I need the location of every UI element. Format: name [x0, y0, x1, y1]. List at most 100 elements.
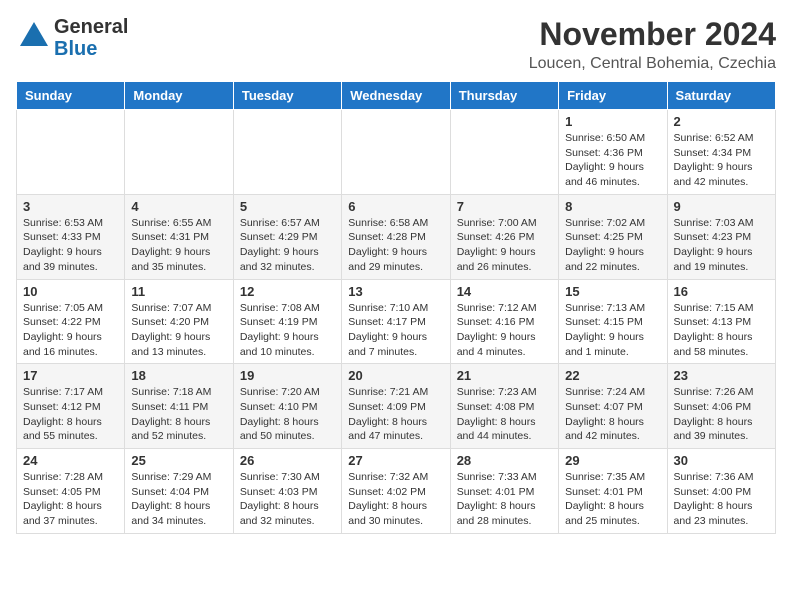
- calendar-day-cell: 8 Sunrise: 7:02 AM Sunset: 4:25 PM Daylig…: [559, 194, 667, 279]
- day-info: Sunrise: 7:26 AM Sunset: 4:06 PM Dayligh…: [674, 385, 769, 444]
- calendar-day-cell: 20Sunrise: 7:21 AM Sunset: 4:09 PM Dayli…: [342, 364, 450, 449]
- day-number: 24: [23, 453, 118, 468]
- day-info: Sunrise: 6:50 AM Sunset: 4:36 PM Dayligh…: [565, 131, 660, 190]
- calendar-day-cell: 26Sunrise: 7:30 AM Sunset: 4:03 PM Dayli…: [233, 449, 341, 534]
- calendar-day-cell: 14Sunrise: 7:12 AM Sunset: 4:16 PM Dayli…: [450, 279, 558, 364]
- calendar-day-cell: 4Sunrise: 6:55 AM Sunset: 4:31 PM Daylig…: [125, 194, 233, 279]
- calendar-day-cell: 28 Sunrise: 7:33 AM Sunset: 4:01 PM Dayli…: [450, 449, 558, 534]
- day-number: 27: [348, 453, 443, 468]
- calendar-week-row: 3Sunrise: 6:53 AM Sunset: 4:33 PM Daylig…: [17, 194, 776, 279]
- day-info: Sunrise: 7:18 AM Sunset: 4:11 PM Dayligh…: [131, 385, 226, 444]
- calendar-day-cell: 30Sunrise: 7:36 AM Sunset: 4:00 PM Dayli…: [667, 449, 775, 534]
- month-title: November 2024: [529, 16, 776, 53]
- day-number: 9: [674, 199, 769, 214]
- calendar-week-row: 10 Sunrise: 7:05 AM Sunset: 4:22 PM Dayli…: [17, 279, 776, 364]
- day-number: 13: [348, 284, 443, 299]
- day-number: 14: [457, 284, 552, 299]
- calendar-day-cell: 16Sunrise: 7:15 AM Sunset: 4:13 PM Dayli…: [667, 279, 775, 364]
- calendar-day-cell: [125, 110, 233, 195]
- calendar-week-row: 17 Sunrise: 7:17 AM Sunset: 4:12 PM Dayli…: [17, 364, 776, 449]
- day-number: 22: [565, 368, 660, 383]
- weekday-header-row: SundayMondayTuesdayWednesdayThursdayFrid…: [17, 82, 776, 110]
- day-info: Sunrise: 7:10 AM Sunset: 4:17 PM Dayligh…: [348, 301, 443, 360]
- calendar: SundayMondayTuesdayWednesdayThursdayFrid…: [16, 81, 776, 534]
- day-info: Sunrise: 7:33 AM Sunset: 4:01 PM Dayligh…: [457, 470, 552, 529]
- calendar-day-cell: 21Sunrise: 7:23 AM Sunset: 4:08 PM Dayli…: [450, 364, 558, 449]
- day-info: Sunrise: 7:29 AM Sunset: 4:04 PM Dayligh…: [131, 470, 226, 529]
- calendar-body: 1 Sunrise: 6:50 AM Sunset: 4:36 PM Daylig…: [17, 110, 776, 534]
- day-number: 8: [565, 199, 660, 214]
- calendar-day-cell: 17 Sunrise: 7:17 AM Sunset: 4:12 PM Dayli…: [17, 364, 125, 449]
- day-info: Sunrise: 7:03 AM Sunset: 4:23 PM Dayligh…: [674, 216, 769, 275]
- calendar-day-cell: 27 Sunrise: 7:32 AM Sunset: 4:02 PM Dayli…: [342, 449, 450, 534]
- weekday-header-cell: Tuesday: [233, 82, 341, 110]
- day-number: 25: [131, 453, 226, 468]
- day-number: 1: [565, 114, 660, 129]
- day-number: 11: [131, 284, 226, 299]
- calendar-day-cell: 15Sunrise: 7:13 AM Sunset: 4:15 PM Dayli…: [559, 279, 667, 364]
- weekday-header-cell: Sunday: [17, 82, 125, 110]
- day-info: Sunrise: 6:52 AM Sunset: 4:34 PM Dayligh…: [674, 131, 769, 190]
- title-area: November 2024 Loucen, Central Bohemia, C…: [529, 16, 776, 73]
- day-info: Sunrise: 6:55 AM Sunset: 4:31 PM Dayligh…: [131, 216, 226, 275]
- calendar-day-cell: 29Sunrise: 7:35 AM Sunset: 4:01 PM Dayli…: [559, 449, 667, 534]
- calendar-day-cell: [450, 110, 558, 195]
- calendar-day-cell: 3Sunrise: 6:53 AM Sunset: 4:33 PM Daylig…: [17, 194, 125, 279]
- calendar-day-cell: 5 Sunrise: 6:57 AM Sunset: 4:29 PM Daylig…: [233, 194, 341, 279]
- day-info: Sunrise: 7:17 AM Sunset: 4:12 PM Dayligh…: [23, 385, 118, 444]
- day-info: Sunrise: 7:15 AM Sunset: 4:13 PM Dayligh…: [674, 301, 769, 360]
- day-number: 30: [674, 453, 769, 468]
- logo-general: General: [54, 16, 128, 38]
- day-number: 2: [674, 114, 769, 129]
- logo: General Blue: [16, 16, 128, 60]
- day-info: Sunrise: 7:21 AM Sunset: 4:09 PM Dayligh…: [348, 385, 443, 444]
- weekday-header-cell: Wednesday: [342, 82, 450, 110]
- day-info: Sunrise: 6:58 AM Sunset: 4:28 PM Dayligh…: [348, 216, 443, 275]
- day-info: Sunrise: 7:02 AM Sunset: 4:25 PM Dayligh…: [565, 216, 660, 275]
- day-info: Sunrise: 7:35 AM Sunset: 4:01 PM Dayligh…: [565, 470, 660, 529]
- day-number: 5: [240, 199, 335, 214]
- day-info: Sunrise: 7:00 AM Sunset: 4:26 PM Dayligh…: [457, 216, 552, 275]
- header: General Blue November 2024 Loucen, Centr…: [16, 16, 776, 73]
- calendar-week-row: 1 Sunrise: 6:50 AM Sunset: 4:36 PM Daylig…: [17, 110, 776, 195]
- day-number: 6: [348, 199, 443, 214]
- day-number: 7: [457, 199, 552, 214]
- location-title: Loucen, Central Bohemia, Czechia: [529, 55, 776, 73]
- day-info: Sunrise: 7:08 AM Sunset: 4:19 PM Dayligh…: [240, 301, 335, 360]
- calendar-day-cell: 23 Sunrise: 7:26 AM Sunset: 4:06 PM Dayli…: [667, 364, 775, 449]
- day-info: Sunrise: 7:32 AM Sunset: 4:02 PM Dayligh…: [348, 470, 443, 529]
- day-info: Sunrise: 7:23 AM Sunset: 4:08 PM Dayligh…: [457, 385, 552, 444]
- calendar-day-cell: 1 Sunrise: 6:50 AM Sunset: 4:36 PM Daylig…: [559, 110, 667, 195]
- calendar-day-cell: 9 Sunrise: 7:03 AM Sunset: 4:23 PM Daylig…: [667, 194, 775, 279]
- calendar-day-cell: [17, 110, 125, 195]
- calendar-day-cell: 6 Sunrise: 6:58 AM Sunset: 4:28 PM Daylig…: [342, 194, 450, 279]
- weekday-header-cell: Monday: [125, 82, 233, 110]
- day-number: 26: [240, 453, 335, 468]
- day-number: 3: [23, 199, 118, 214]
- calendar-day-cell: 10 Sunrise: 7:05 AM Sunset: 4:22 PM Dayli…: [17, 279, 125, 364]
- day-info: Sunrise: 7:05 AM Sunset: 4:22 PM Dayligh…: [23, 301, 118, 360]
- calendar-day-cell: 11Sunrise: 7:07 AM Sunset: 4:20 PM Dayli…: [125, 279, 233, 364]
- day-info: Sunrise: 7:24 AM Sunset: 4:07 PM Dayligh…: [565, 385, 660, 444]
- calendar-day-cell: 25 Sunrise: 7:29 AM Sunset: 4:04 PM Dayli…: [125, 449, 233, 534]
- day-number: 10: [23, 284, 118, 299]
- calendar-day-cell: 2 Sunrise: 6:52 AM Sunset: 4:34 PM Daylig…: [667, 110, 775, 195]
- day-number: 23: [674, 368, 769, 383]
- weekday-header-cell: Thursday: [450, 82, 558, 110]
- logo-blue: Blue: [54, 38, 128, 60]
- calendar-day-cell: [233, 110, 341, 195]
- calendar-day-cell: [342, 110, 450, 195]
- weekday-header-cell: Friday: [559, 82, 667, 110]
- logo-text: General Blue: [54, 16, 128, 60]
- day-number: 18: [131, 368, 226, 383]
- logo-icon-wrap: [16, 18, 52, 59]
- day-number: 28: [457, 453, 552, 468]
- day-number: 17: [23, 368, 118, 383]
- weekday-header-cell: Saturday: [667, 82, 775, 110]
- day-number: 12: [240, 284, 335, 299]
- calendar-day-cell: 12 Sunrise: 7:08 AM Sunset: 4:19 PM Dayli…: [233, 279, 341, 364]
- calendar-week-row: 24Sunrise: 7:28 AM Sunset: 4:05 PM Dayli…: [17, 449, 776, 534]
- day-info: Sunrise: 6:57 AM Sunset: 4:29 PM Dayligh…: [240, 216, 335, 275]
- day-number: 15: [565, 284, 660, 299]
- day-number: 19: [240, 368, 335, 383]
